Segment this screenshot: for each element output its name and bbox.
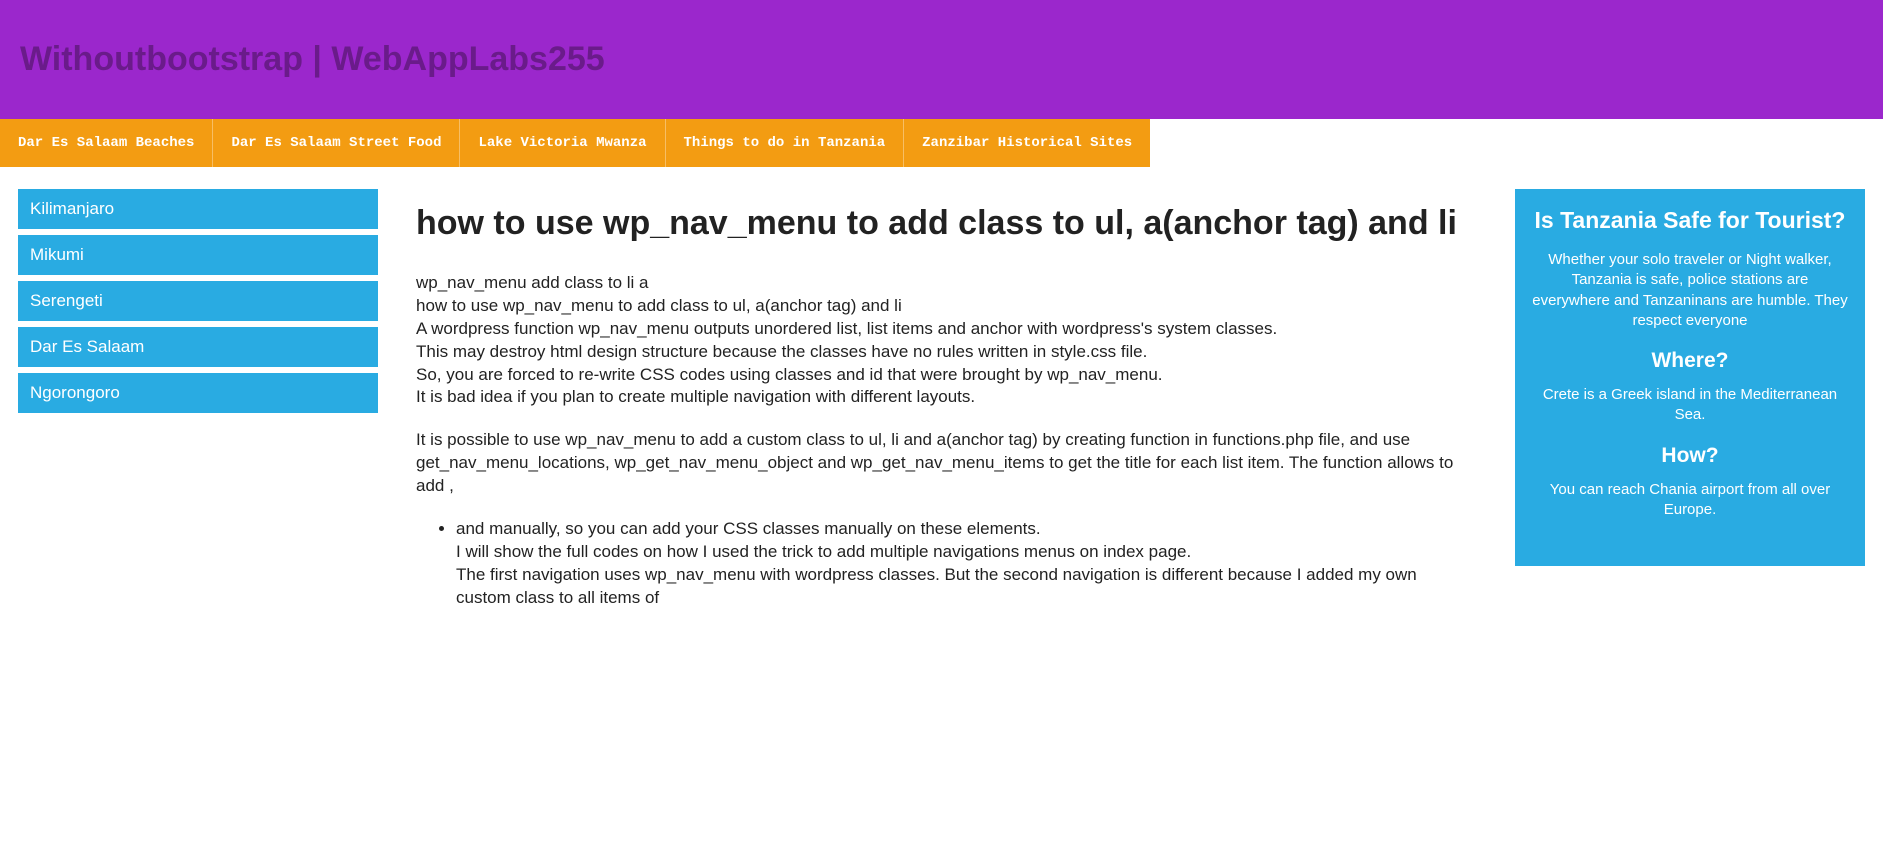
sidebar-item-kilimanjaro[interactable]: Kilimanjaro <box>18 189 378 229</box>
right-text-where: Crete is a Greek island in the Mediterra… <box>1531 385 1849 426</box>
site-header: Withoutbootstrap | WebAppLabs255 <box>0 0 1883 119</box>
article-list-item: and manually, so you can add your CSS cl… <box>456 518 1457 610</box>
right-heading-safe: Is Tanzania Safe for Tourist? <box>1531 207 1849 234</box>
topnav-item-beaches[interactable]: Dar Es Salaam Beaches <box>0 119 213 167</box>
topnav-item-lake-victoria[interactable]: Lake Victoria Mwanza <box>460 119 665 167</box>
topnav-item-zanzibar[interactable]: Zanzibar Historical Sites <box>904 119 1150 167</box>
top-nav: Dar Es Salaam Beaches Dar Es Salaam Stre… <box>0 119 1150 167</box>
right-heading-how: How? <box>1531 444 1849 468</box>
article-paragraph-1: wp_nav_menu add class to li a how to use… <box>416 272 1457 410</box>
main-container: Kilimanjaro Mikumi Serengeti Dar Es Sala… <box>0 167 1883 610</box>
article-list: and manually, so you can add your CSS cl… <box>416 518 1457 610</box>
sidebar-item-dar-es-salaam[interactable]: Dar Es Salaam <box>18 327 378 367</box>
topnav-item-things-to-do[interactable]: Things to do in Tanzania <box>666 119 905 167</box>
left-sidebar: Kilimanjaro Mikumi Serengeti Dar Es Sala… <box>18 189 378 419</box>
site-title: Withoutbootstrap | WebAppLabs255 <box>20 40 1863 79</box>
sidebar-item-mikumi[interactable]: Mikumi <box>18 235 378 275</box>
sidebar-item-ngorongoro[interactable]: Ngorongoro <box>18 373 378 413</box>
topnav-item-street-food[interactable]: Dar Es Salaam Street Food <box>213 119 460 167</box>
right-text-how: You can reach Chania airport from all ov… <box>1531 480 1849 521</box>
article-title: how to use wp_nav_menu to add class to u… <box>416 203 1457 244</box>
right-sidebar: Is Tanzania Safe for Tourist? Whether yo… <box>1515 189 1865 566</box>
article-main: how to use wp_nav_menu to add class to u… <box>416 189 1477 610</box>
article-paragraph-2: It is possible to use wp_nav_menu to add… <box>416 429 1457 498</box>
right-heading-where: Where? <box>1531 349 1849 373</box>
right-text-safe: Whether your solo traveler or Night walk… <box>1531 250 1849 331</box>
sidebar-item-serengeti[interactable]: Serengeti <box>18 281 378 321</box>
